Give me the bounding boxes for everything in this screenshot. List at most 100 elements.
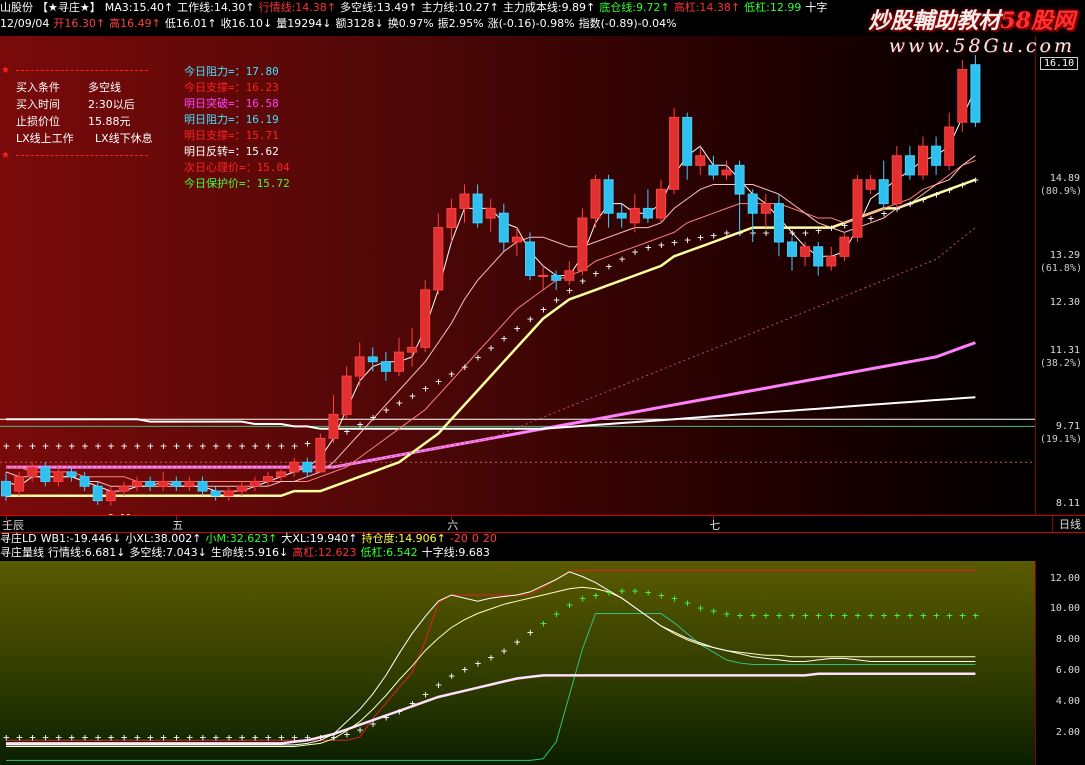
cross-marker: +	[828, 222, 835, 235]
candle-body	[263, 476, 273, 482]
watermark-brand: 58股网	[1000, 8, 1075, 34]
sub-cross-marker: +	[462, 663, 469, 676]
level-row: 明日阻力=：16.19	[184, 113, 279, 126]
cross-marker: +	[69, 440, 76, 453]
candle-body	[145, 480, 156, 487]
candle-body	[669, 116, 680, 190]
cross-marker: +	[579, 274, 586, 287]
cross-marker: +	[802, 226, 809, 239]
cross-marker: +	[540, 303, 547, 316]
cross-marker: +	[409, 389, 416, 402]
candle-body	[472, 193, 483, 224]
sub-cross-marker: +	[671, 592, 678, 605]
candle-body	[525, 241, 535, 276]
cross-marker: +	[213, 440, 220, 453]
sub-cross-marker: +	[606, 586, 613, 599]
header-item: 主力成本线:9.89↑	[502, 1, 596, 14]
sub-cross-marker: +	[396, 705, 403, 718]
sub-cross-marker: +	[69, 731, 76, 744]
last-price-tag: 16.10	[1040, 57, 1079, 70]
cross-marker: +	[684, 234, 691, 247]
cross-marker: +	[868, 212, 875, 225]
ohlc-item: 收16.10↓	[220, 17, 273, 30]
ohlc-item: 高16.49↑	[109, 17, 161, 30]
strategy-key: 止损价位	[16, 115, 60, 128]
cross-marker: +	[265, 440, 272, 453]
sub-cross-marker: +	[553, 608, 560, 621]
candle-body	[590, 179, 601, 219]
date-tick	[713, 516, 715, 520]
watermark-url: www.58Gu.com	[888, 35, 1075, 57]
candle-body	[210, 490, 221, 497]
sub-cross-marker: +	[776, 609, 783, 622]
level-row: 今日阻力=：17.80	[184, 65, 279, 78]
indicator2-item: 十字线:9.683	[421, 546, 490, 559]
strategy-key: 买入时间	[16, 98, 60, 111]
price-tick: 9.71	[1055, 421, 1080, 433]
sub-cross-marker: +	[841, 609, 848, 622]
strategy-value: 2:30以后	[88, 98, 135, 111]
candle-body	[800, 246, 811, 257]
indicator1-item: WB1:-19.446↓	[40, 532, 122, 545]
candle-body	[27, 466, 38, 478]
candle-body	[878, 179, 889, 205]
strategy-value: LX线下休息	[95, 132, 153, 145]
cross-marker: +	[946, 183, 953, 196]
divider	[16, 155, 148, 156]
candle-body	[865, 179, 876, 190]
indicator2-item: 行情线:6.681↓	[48, 546, 126, 559]
header-item: 【★寻庄★】	[37, 1, 101, 14]
header-item: 低杠:12.99	[744, 1, 802, 14]
indicator1-bar: 寻庄LD WB1:-19.446↓ 小XL:38.002↑ 小M:32.623↑ 大XL…	[0, 531, 501, 546]
indicator1-item: 0	[471, 532, 479, 545]
sub-cross-marker: +	[632, 584, 639, 597]
price-tick: 13.29	[1049, 249, 1080, 261]
indicator2-item: 寻庄量线	[0, 546, 44, 559]
price-tick: 11.31	[1049, 344, 1080, 356]
candle-body	[1, 480, 11, 497]
ohlc-item: 振2.95%	[437, 17, 484, 30]
candle-body	[105, 490, 116, 502]
cross-marker: +	[304, 437, 311, 450]
watermark-logo: 炒股輔助教材58股网 www.58Gu.com	[868, 3, 1075, 57]
sub-cross-marker: +	[252, 731, 259, 744]
cross-marker: +	[29, 440, 36, 453]
candle-body	[826, 255, 837, 267]
price-tick: 14.89	[1049, 173, 1080, 185]
volume-indicator-chart[interactable]: + + + + + + + + + + + + + + + + + + + + + + + + + + + + + + + + + + + + + + + +…	[0, 561, 1035, 765]
sub-cross-marker: +	[344, 728, 351, 741]
sub-cross-marker: +	[527, 626, 534, 639]
sub-cross-marker: +	[540, 617, 547, 630]
sub-cross-marker: +	[802, 609, 809, 622]
period-button[interactable]: 日线	[1052, 516, 1081, 532]
candle-body	[223, 490, 234, 497]
indicator1-item: -20	[449, 532, 468, 545]
sub-cross-marker: +	[173, 731, 180, 744]
candle-body	[944, 126, 955, 166]
sub-cross-marker: +	[82, 731, 89, 744]
header-item: 主力线:10.27↑	[421, 1, 499, 14]
candle-body	[721, 169, 732, 176]
header-item: 高杠:14.38↑	[673, 1, 741, 14]
cross-marker: +	[527, 313, 534, 326]
sub-cross-marker: +	[435, 679, 442, 692]
strategy-row: 买入条件 多空线	[0, 79, 160, 96]
cross-marker: +	[959, 178, 966, 191]
header-item: 十字	[805, 1, 828, 14]
ohlc-item: 12/09/04	[0, 17, 50, 30]
sub-cross-marker: +	[357, 723, 364, 736]
candle-body	[760, 203, 771, 214]
cross-marker: +	[619, 253, 626, 266]
candle-body	[787, 241, 797, 257]
cross-marker: +	[55, 440, 62, 453]
strategy-value: 15.88元	[88, 115, 131, 128]
sub-cross-marker: +	[213, 731, 220, 744]
level-row: 明日支撑=：15.71	[184, 129, 279, 142]
sub-cross-marker: +	[881, 609, 888, 622]
header-item: 山股份	[0, 1, 33, 14]
sub-cross-marker: +	[42, 731, 49, 744]
candle-body	[354, 356, 365, 377]
price-tick: 12.30	[1049, 297, 1080, 309]
sub-cross-marker: +	[409, 697, 416, 710]
sub-cross-marker: +	[108, 731, 115, 744]
